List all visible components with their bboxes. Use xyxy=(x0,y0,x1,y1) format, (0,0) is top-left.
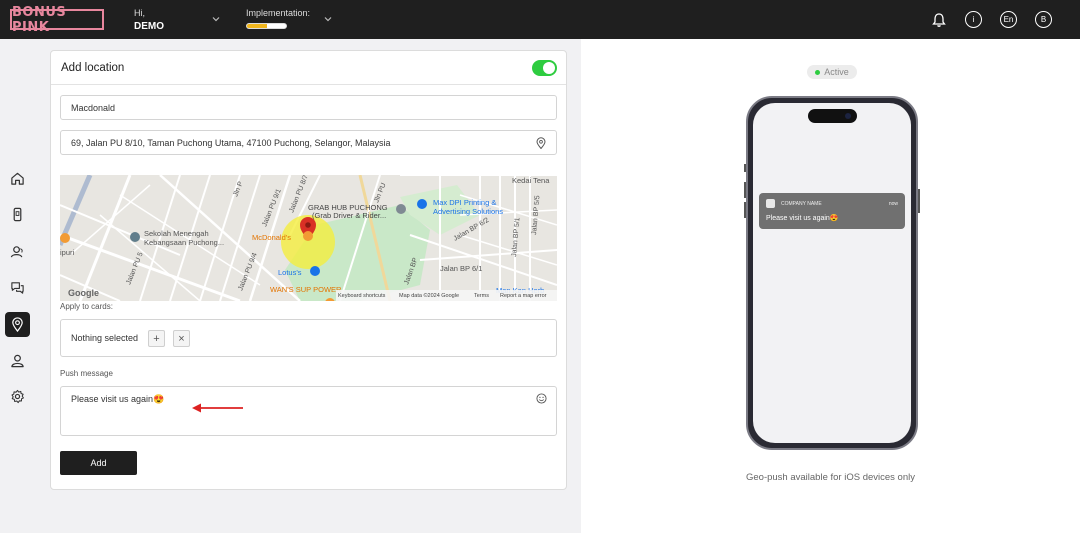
map-pin-icon[interactable] xyxy=(536,137,546,149)
phone-side-button xyxy=(918,189,920,213)
user-menu-chevron-down-icon[interactable] xyxy=(210,13,222,25)
add-card-glyph: + xyxy=(153,332,160,345)
grab-poi-icon xyxy=(396,204,406,214)
main-content: Add location Macdonald 69, Jalan PU 8/10… xyxy=(35,39,581,533)
phone-mockup: COMPANY NAME now Please visit us again😍 xyxy=(746,96,918,450)
map-label: McDonald's xyxy=(252,233,291,242)
notification-message: Please visit us again😍 xyxy=(766,215,839,222)
map-data-text: Map data ©2024 Google xyxy=(399,292,459,299)
map-label: Kebangsaan Puchong... xyxy=(144,238,224,247)
page-title: Add location xyxy=(61,61,125,74)
map-report-link: Report a map error xyxy=(500,293,547,299)
implementation-label: Implementation: xyxy=(246,8,311,18)
add-location-card: Add location Macdonald 69, Jalan PU 8/10… xyxy=(50,50,567,490)
location-icon xyxy=(12,317,23,332)
clear-cards-button[interactable]: × xyxy=(173,330,190,347)
location-enabled-toggle[interactable] xyxy=(532,60,557,76)
language-switch[interactable]: En xyxy=(1000,11,1017,28)
notification-time: now xyxy=(888,201,898,207)
map-label: WAN'S SUP POWER xyxy=(270,285,342,294)
add-button[interactable]: Add xyxy=(60,451,137,475)
apply-cards-label: Apply to cards: xyxy=(60,302,113,311)
school-poi-icon xyxy=(130,232,140,242)
map-label: Advertising Solutions xyxy=(433,207,503,216)
sidebar-item-customers[interactable] xyxy=(5,239,30,264)
push-notification-preview: COMPANY NAME now Please visit us again😍 xyxy=(759,193,905,229)
notification-preview-panel: Active COMPANY NAME now Please visit us … xyxy=(581,39,1080,533)
map-label: Sekolah Menengah xyxy=(144,229,209,238)
bell-icon[interactable] xyxy=(930,11,947,28)
map-label: Lotus's xyxy=(278,268,302,277)
greeting-text: Hi, xyxy=(134,8,145,18)
map-label: Jalan BP 6/1 xyxy=(440,264,482,273)
push-message-textarea[interactable]: Please visit us again😍 xyxy=(60,386,557,436)
notification-company: COMPANY NAME xyxy=(781,201,822,207)
user-icon xyxy=(11,354,24,368)
sidebar-item-users[interactable] xyxy=(5,348,30,373)
avatar[interactable]: B xyxy=(1035,11,1052,28)
status-badge: Active xyxy=(807,65,857,79)
info-icon[interactable]: i xyxy=(965,11,982,28)
user-name: DEMO xyxy=(134,21,164,32)
maxdpi-poi-icon xyxy=(417,199,427,209)
top-bar: BONUS PINK Hi, DEMO Implementation: i En… xyxy=(0,0,1080,39)
annotation-arrow-icon xyxy=(192,403,243,413)
toggle-knob xyxy=(543,62,555,74)
user-greeting[interactable]: Hi, DEMO xyxy=(134,8,164,32)
status-dot xyxy=(815,69,821,75)
implementation-status[interactable]: Implementation: xyxy=(246,8,310,29)
sidebar-item-settings[interactable] xyxy=(5,384,30,409)
push-message-text: Please visit us again😍 xyxy=(71,394,165,404)
sidebar-item-locations[interactable] xyxy=(5,312,30,337)
phone-screen: COMPANY NAME now Please visit us again😍 xyxy=(753,103,911,443)
location-name-input[interactable]: Macdonald xyxy=(60,95,557,120)
push-message-label: Push message xyxy=(60,369,113,378)
sidebar-item-messages[interactable] xyxy=(5,275,30,300)
cards-select[interactable]: Nothing selected + × xyxy=(60,319,557,357)
emoji-picker-icon[interactable] xyxy=(536,393,547,404)
settings-icon xyxy=(11,389,24,404)
card-header: Add location xyxy=(51,51,566,85)
address-input[interactable]: 69, Jalan PU 8/10, Taman Puchong Utama, … xyxy=(60,130,557,155)
add-card-button[interactable]: + xyxy=(148,330,165,347)
map-label: Kedai Tena xyxy=(512,176,550,185)
app-icon xyxy=(766,199,775,208)
cards-select-value: Nothing selected xyxy=(71,333,139,343)
address-text: 69, Jalan PU 8/10, Taman Puchong Utama, … xyxy=(71,137,391,148)
status-text: Active xyxy=(824,67,849,77)
mobile-card-icon xyxy=(13,207,22,222)
home-icon xyxy=(11,172,24,185)
map-label: ipuri xyxy=(60,248,75,257)
implementation-progress-fill xyxy=(247,24,267,28)
map-terms-link: Terms xyxy=(474,293,489,299)
map-label: Max DPI Printing & xyxy=(433,198,496,207)
implementation-progress-bar xyxy=(246,23,287,29)
preview-caption: Geo-push available for iOS devices only xyxy=(746,472,915,483)
messages-icon xyxy=(11,282,24,294)
clear-cards-glyph: × xyxy=(178,332,185,345)
camera-icon xyxy=(845,113,851,119)
google-logo: Google xyxy=(68,288,99,298)
customers-icon xyxy=(10,246,23,258)
info-glyph: i xyxy=(972,15,975,24)
map-label: (Grab Driver & Rider... xyxy=(312,211,386,220)
lotus-poi-icon xyxy=(310,266,320,276)
location-map[interactable]: GRAB HUB PUCHONG (Grab Driver & Rider...… xyxy=(60,175,557,301)
restaurant-poi-icon xyxy=(60,233,70,243)
sidebar-item-cards[interactable] xyxy=(5,202,30,227)
phone-dynamic-island xyxy=(808,109,857,123)
sidebar-item-home[interactable] xyxy=(5,166,30,191)
map-shortcuts-link: Keyboard shortcuts xyxy=(338,293,386,299)
implementation-chevron-down-icon[interactable] xyxy=(322,13,334,25)
logo[interactable]: BONUS PINK xyxy=(10,5,104,35)
sidebar xyxy=(0,39,35,533)
